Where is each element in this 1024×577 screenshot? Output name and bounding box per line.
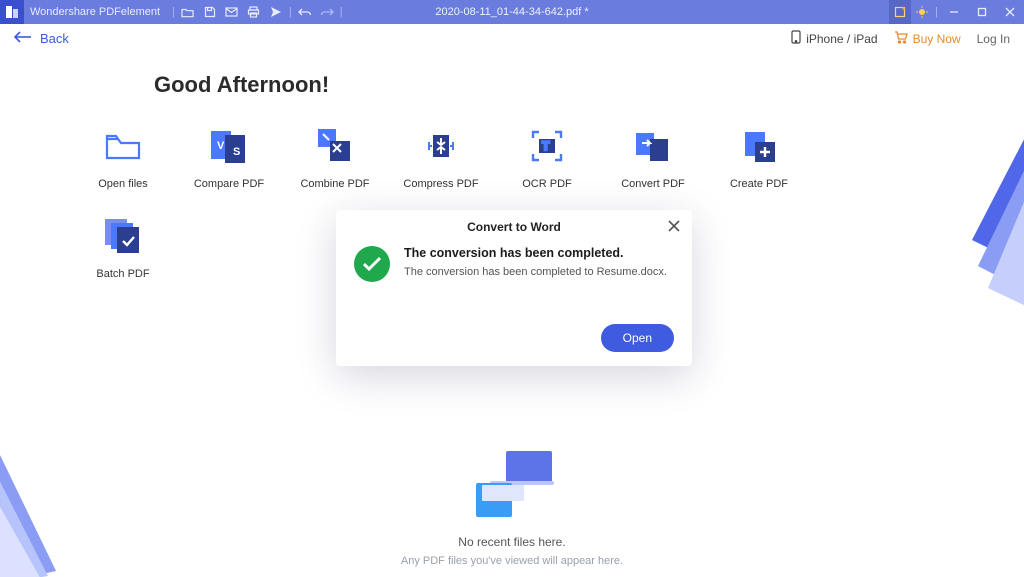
- maximize-button[interactable]: [968, 0, 996, 24]
- phone-icon: [791, 30, 801, 47]
- share-icon[interactable]: [265, 0, 287, 24]
- tile-label: Compress PDF: [403, 178, 478, 190]
- app-logo: [0, 0, 24, 24]
- compare-icon: VS: [209, 128, 249, 164]
- mail-icon[interactable]: [221, 0, 243, 24]
- greeting-title: Good Afternoon!: [60, 72, 964, 98]
- tile-label: Combine PDF: [300, 178, 369, 190]
- tile-compare-pdf[interactable]: VS Compare PDF: [176, 128, 282, 190]
- buy-label: Buy Now: [913, 32, 961, 46]
- tile-open-files[interactable]: Open files: [70, 128, 176, 190]
- undo-icon[interactable]: [294, 0, 316, 24]
- tile-ocr-pdf[interactable]: T OCR PDF: [494, 128, 600, 190]
- open-folder-icon[interactable]: [177, 0, 199, 24]
- login-link[interactable]: Log In: [977, 32, 1010, 46]
- empty-illustration: [472, 451, 552, 521]
- tile-create-pdf[interactable]: Create PDF: [706, 128, 812, 190]
- app-name: Wondershare PDFelement: [24, 6, 170, 18]
- titlebar: Wondershare PDFelement | | | 2020-08-11_…: [0, 0, 1024, 24]
- topbar: Back iPhone / iPad Buy Now Log In: [0, 24, 1024, 54]
- device-link[interactable]: iPhone / iPad: [791, 30, 877, 47]
- notification-icon[interactable]: [889, 0, 911, 24]
- convert-icon: [633, 128, 673, 164]
- folder-open-icon: [103, 128, 143, 164]
- back-label: Back: [40, 31, 69, 46]
- buy-now-link[interactable]: Buy Now: [894, 31, 961, 47]
- minimize-button[interactable]: [940, 0, 968, 24]
- dialog-body-text: The conversion has been completed to Res…: [404, 266, 667, 278]
- tile-label: Create PDF: [730, 178, 788, 190]
- recent-subtitle: Any PDF files you've viewed will appear …: [401, 555, 623, 567]
- separator: |: [338, 6, 345, 18]
- open-button[interactable]: Open: [601, 324, 674, 352]
- close-button[interactable]: [996, 0, 1024, 24]
- tile-compress-pdf[interactable]: Compress PDF: [388, 128, 494, 190]
- batch-icon: [103, 218, 143, 254]
- tile-label: Batch PDF: [96, 268, 149, 280]
- save-icon[interactable]: [199, 0, 221, 24]
- back-button[interactable]: Back: [14, 31, 69, 46]
- svg-text:V: V: [217, 140, 225, 152]
- dialog-title-text: Convert to Word: [467, 220, 561, 234]
- dialog-close-button[interactable]: [664, 216, 684, 236]
- recent-empty-state: No recent files here. Any PDF files you'…: [0, 451, 1024, 567]
- tile-label: Open files: [98, 178, 148, 190]
- dialog-heading: The conversion has been completed.: [404, 246, 667, 260]
- svg-text:S: S: [233, 146, 240, 158]
- redo-icon[interactable]: [316, 0, 338, 24]
- back-arrow-icon: [14, 31, 32, 46]
- ocr-icon: T: [527, 128, 567, 164]
- create-icon: [739, 128, 779, 164]
- svg-text:T: T: [542, 139, 550, 153]
- sun-icon[interactable]: [911, 0, 933, 24]
- cart-icon: [894, 31, 908, 47]
- success-check-icon: [354, 246, 390, 282]
- tile-convert-pdf[interactable]: Convert PDF: [600, 128, 706, 190]
- tile-combine-pdf[interactable]: Combine PDF: [282, 128, 388, 190]
- separator: |: [287, 6, 294, 18]
- separator: |: [933, 6, 940, 18]
- combine-icon: [315, 128, 355, 164]
- tile-label: Convert PDF: [621, 178, 685, 190]
- compress-icon: [421, 128, 461, 164]
- tile-label: OCR PDF: [522, 178, 572, 190]
- tile-batch-pdf[interactable]: Batch PDF: [70, 218, 176, 280]
- separator: |: [170, 6, 177, 18]
- recent-title: No recent files here.: [458, 535, 565, 549]
- tile-label: Compare PDF: [194, 178, 264, 190]
- convert-complete-dialog: Convert to Word The conversion has been …: [336, 210, 692, 366]
- dialog-title: Convert to Word: [336, 210, 692, 244]
- device-label: iPhone / iPad: [806, 32, 877, 46]
- print-icon[interactable]: [243, 0, 265, 24]
